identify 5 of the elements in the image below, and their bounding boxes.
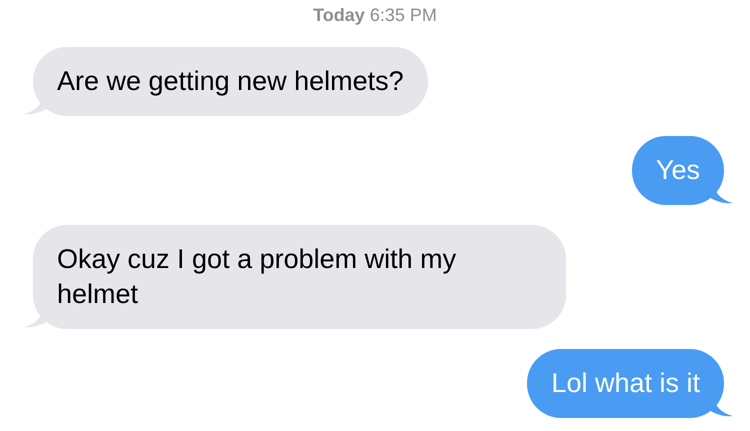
- timestamp: Today 6:35 PM: [313, 5, 437, 25]
- message-bubble: Are we getting new helmets?: [33, 47, 428, 116]
- message-bubble: Yes: [632, 136, 724, 205]
- message-bubble: Okay cuz I got a problem with my helmet: [33, 225, 566, 329]
- message-bubble: Lol what is it: [527, 349, 724, 418]
